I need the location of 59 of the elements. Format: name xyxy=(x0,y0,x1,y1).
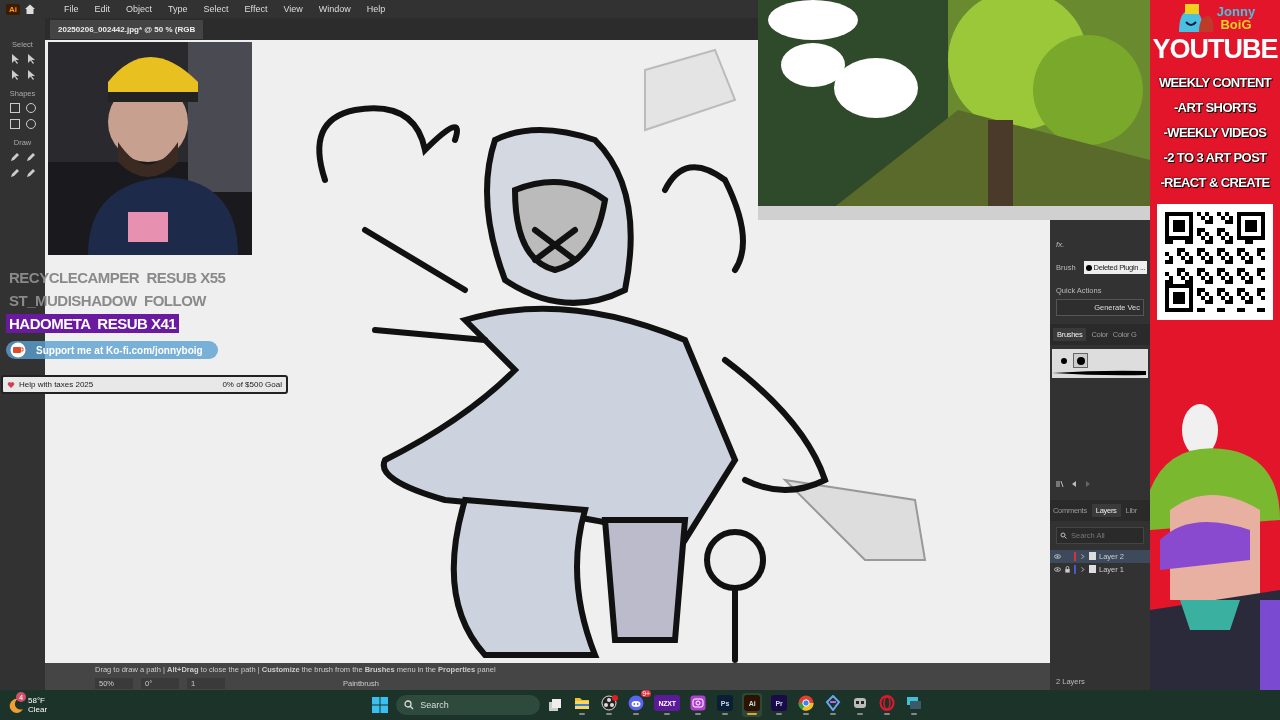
chat-icon xyxy=(628,695,645,711)
menu-item[interactable]: Effect xyxy=(238,2,274,16)
eye-icon[interactable] xyxy=(1054,565,1061,573)
ring-icon xyxy=(879,695,896,711)
goal-title: Help with taxes 2025 xyxy=(19,380,94,389)
goal-progress: 0% of $500 Goal xyxy=(222,380,283,389)
panel-title: fx. xyxy=(1055,240,1066,251)
ellipse-tool-icon[interactable] xyxy=(24,118,37,130)
menu-item[interactable]: View xyxy=(277,2,309,16)
pencil-icon[interactable] xyxy=(24,167,37,179)
menu-item[interactable]: Window xyxy=(312,2,357,16)
pencil-icon[interactable] xyxy=(8,167,21,179)
document-tab[interactable]: 20250206_002442.jpg* @ 50 % (RGB xyxy=(50,19,204,39)
robot-icon xyxy=(852,695,869,711)
menu-item[interactable]: Select xyxy=(197,2,235,16)
menu-item[interactable]: File xyxy=(58,2,85,16)
eye-icon[interactable] xyxy=(1054,552,1061,560)
menu-item[interactable]: Object xyxy=(120,2,159,16)
browser-icon xyxy=(798,695,815,711)
moon-icon[interactable] xyxy=(8,697,24,713)
banner-title: YOUTUBE xyxy=(1152,34,1278,65)
pencil-icon[interactable] xyxy=(24,151,37,163)
chat-message: HADOMETA RESUB X41 xyxy=(6,314,180,333)
logo-text: Jonny xyxy=(1216,5,1256,18)
search-icon xyxy=(404,700,415,710)
banner-line: -WEEKLY VIDEOS xyxy=(1163,125,1267,140)
banner-line: -2 TO 3 ART POST xyxy=(1163,150,1267,165)
banner-line: -ART SHORTS xyxy=(1173,100,1257,115)
start-icon[interactable] xyxy=(372,697,389,713)
search-field[interactable]: Search xyxy=(396,695,541,715)
banner-line: -REACT & CREATE xyxy=(1160,175,1270,190)
monitor-icon xyxy=(906,695,923,711)
home-icon[interactable] xyxy=(24,3,36,15)
menu-item[interactable]: Edit xyxy=(88,2,117,16)
brush-swatch[interactable] xyxy=(1073,353,1088,368)
triangle-left-icon[interactable] xyxy=(1070,479,1078,488)
record-icon xyxy=(601,695,618,711)
taskbar-app[interactable] xyxy=(688,693,709,717)
rectangle-tool-icon[interactable] xyxy=(8,118,21,130)
temperature: 58°F xyxy=(28,696,46,705)
lock-icon[interactable] xyxy=(1064,565,1071,573)
logo-text: BoiG xyxy=(1220,18,1252,31)
folder-icon xyxy=(574,695,591,711)
menu-item[interactable]: Type xyxy=(162,2,194,16)
library-icon[interactable] xyxy=(1056,479,1064,488)
weather-condition: Clear xyxy=(28,705,48,714)
heart-icon xyxy=(7,380,15,389)
taskbar-app[interactable] xyxy=(599,693,620,717)
qr-code-icon xyxy=(1157,204,1273,320)
diamond-icon xyxy=(825,695,842,711)
task-view-icon[interactable] xyxy=(548,698,563,712)
app-logo[interactable]: Ai xyxy=(6,3,20,15)
pencil-icon[interactable] xyxy=(8,151,21,163)
ellipse-tool-icon[interactable] xyxy=(24,102,37,114)
rectangle-tool-icon[interactable] xyxy=(8,102,21,114)
camera-icon xyxy=(690,695,707,711)
banner-line: WEEKLY CONTENT xyxy=(1158,75,1272,90)
search-icon xyxy=(1060,531,1067,539)
menu-item[interactable]: Help xyxy=(360,2,392,16)
